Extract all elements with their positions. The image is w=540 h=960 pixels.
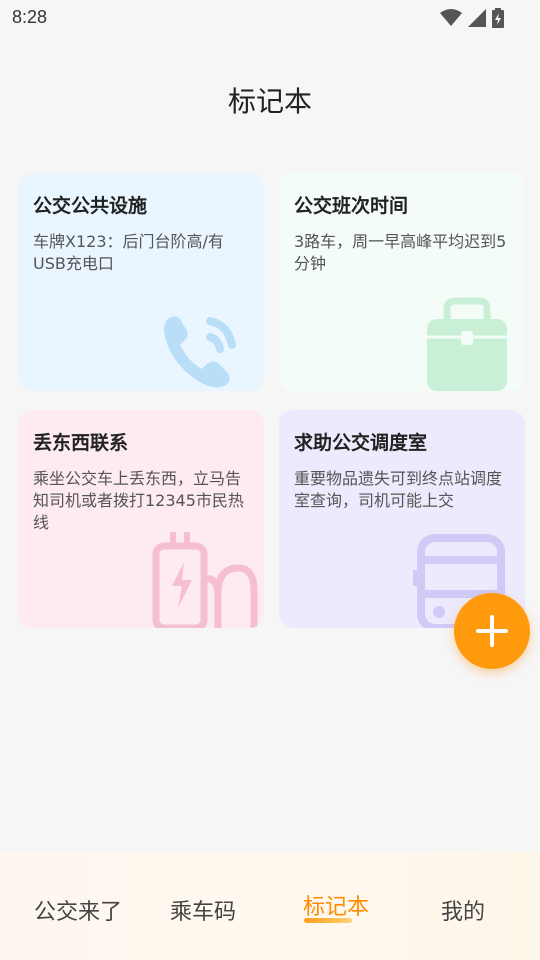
nav-tab-mine[interactable]: 我的 <box>441 894 485 926</box>
status-time: 8:28 <box>12 7 48 27</box>
status-icons <box>440 8 504 28</box>
status-bar: 8:28 <box>0 0 540 36</box>
active-tab-indicator <box>304 918 352 923</box>
card-title: 丢东西联系 <box>33 432 129 454</box>
card-title: 公交班次时间 <box>294 195 409 217</box>
bag-icon <box>427 297 507 391</box>
nav-tab-ride-code[interactable]: 乘车码 <box>170 894 236 926</box>
wifi-icon <box>440 9 462 26</box>
add-note-button[interactable] <box>454 593 530 669</box>
note-card-lost-items[interactable]: 丢东西联系 乘坐公交车上丢东西，立马告知司机或者拨打12345市民热线 <box>18 410 264 628</box>
card-body: 3路车，周一早高峰平均迟到5分钟 <box>294 232 507 273</box>
note-card-schedule[interactable]: 公交班次时间 3路车，周一早高峰平均迟到5分钟 <box>279 173 525 391</box>
battery-icon <box>492 8 504 28</box>
page-title: 标记本 <box>227 85 312 118</box>
card-body: 车牌X123：后门台阶高/有USB充电口 <box>33 232 224 273</box>
card-body: 重要物品遗失可到终点站调度室查询，司机可能上交 <box>294 469 503 510</box>
card-title: 求助公交调度室 <box>294 432 428 454</box>
card-title: 公交公共设施 <box>33 195 148 217</box>
nav-tab-bus[interactable]: 公交来了 <box>34 894 122 926</box>
charger-icon <box>152 532 258 628</box>
phone-icon <box>164 316 236 388</box>
signal-icon <box>468 9 486 27</box>
plus-icon <box>476 615 508 647</box>
note-card-facilities[interactable]: 公交公共设施 车牌X123：后门台阶高/有USB充电口 <box>18 173 264 391</box>
bottom-nav: 公交来了 乘车码 标记本 我的 <box>0 852 540 960</box>
nav-tab-notebook[interactable]: 标记本 <box>303 889 369 921</box>
card-body: 乘坐公交车上丢东西，立马告知司机或者拨打12345市民热线 <box>33 469 244 532</box>
